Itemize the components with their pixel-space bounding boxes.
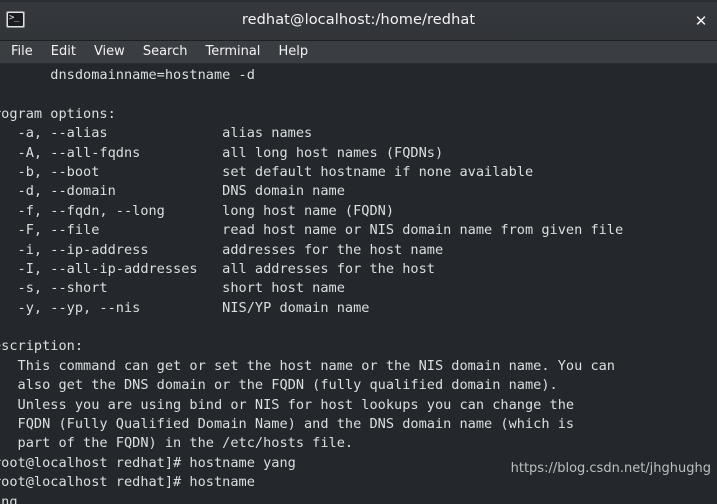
terminal-line: ang	[0, 493, 18, 504]
terminal-line: -A, --all-fqdns all long host names (FQD…	[0, 144, 444, 161]
menu-item-file[interactable]: File	[2, 41, 42, 63]
menu-item-search[interactable]: Search	[134, 41, 197, 63]
terminal-line: -d, --domain DNS domain name	[0, 183, 345, 200]
terminal-window: redhat@localhost:/home/redhat ✕ File Edi…	[0, 0, 717, 504]
window-title: redhat@localhost:/home/redhat	[241, 12, 476, 28]
terminal-line: -F, --file read host name or NIS domain …	[0, 222, 624, 239]
terminal-icon-screen	[8, 12, 23, 26]
terminal-line: -s, --short short host name	[0, 280, 345, 297]
terminal-line: rogram options:	[0, 105, 116, 122]
menu-item-terminal[interactable]: Terminal	[196, 41, 269, 63]
terminal-line: -i, --ip-address addresses for the host …	[0, 241, 444, 258]
menu-item-help[interactable]: Help	[269, 41, 317, 63]
terminal-output: dnsdomainname=hostname -d rogram options:…	[0, 66, 717, 504]
terminal-line: part of the FQDN) in the /etc/hosts file…	[0, 435, 354, 452]
terminal-line: root@localhost redhat]# hostname	[0, 474, 255, 491]
terminal-line: dnsdomainname=hostname -d	[0, 67, 255, 83]
terminal-line: -a, --alias alias names	[0, 125, 313, 142]
terminal-line: -I, --all-ip-addresses all addresses for…	[0, 260, 435, 277]
terminal-line: FQDN (Fully Qualified Domain Name) and t…	[0, 416, 575, 433]
menu-item-view[interactable]: View	[85, 41, 134, 63]
terminal-line: Unless you are using bind or NIS for hos…	[0, 396, 575, 413]
menubar: File Edit View Search Terminal Help	[0, 41, 717, 64]
titlebar-top-edge	[0, 0, 717, 2]
terminal-line: also get the DNS domain or the FQDN (ful…	[0, 377, 558, 394]
terminal-line: escription:	[0, 338, 84, 355]
terminal-line: This command can get or set the host nam…	[0, 357, 615, 374]
terminal-icon	[6, 11, 25, 28]
watermark-text: https://blog.csdn.net/jhghughg	[510, 461, 711, 476]
menu-item-edit[interactable]: Edit	[42, 41, 85, 63]
terminal-line: -f, --fqdn, --long long host name (FQDN)	[0, 202, 395, 219]
close-icon[interactable]: ✕	[691, 12, 711, 30]
titlebar: redhat@localhost:/home/redhat ✕	[0, 0, 717, 41]
terminal-line: -y, --yp, --nis NIS/YP domain name	[0, 299, 370, 316]
terminal-line: -b, --boot set default hostname if none …	[0, 163, 534, 180]
terminal-screen[interactable]: dnsdomainname=hostname -d rogram options:…	[0, 64, 717, 504]
